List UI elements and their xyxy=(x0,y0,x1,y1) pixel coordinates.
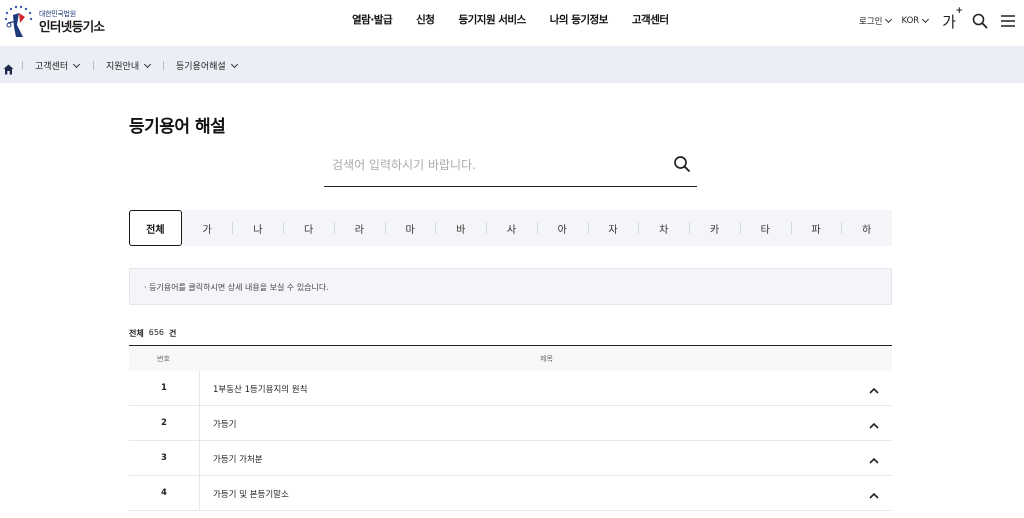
row-divider xyxy=(199,406,200,441)
tab-ta[interactable]: 타 xyxy=(739,210,791,246)
count-unit: 건 xyxy=(169,329,177,338)
chevron-down-icon xyxy=(885,15,893,24)
login-dropdown[interactable]: 로그인 xyxy=(859,15,893,27)
notice-box: · 등기용어를 클릭하시면 상세 내용을 보실 수 있습니다. xyxy=(129,268,892,305)
language-dropdown[interactable]: KOR xyxy=(901,15,930,26)
chevron-up-icon[interactable] xyxy=(868,452,880,464)
row-number: 4 xyxy=(161,488,167,498)
chevron-down-icon xyxy=(144,60,152,68)
result-count: 전체 656 건 xyxy=(129,328,176,339)
home-icon[interactable] xyxy=(3,60,14,75)
page-title: 등기용어 해설 xyxy=(129,117,226,137)
table-row[interactable]: 3 가등기 가처분 xyxy=(129,441,892,476)
tab-ja[interactable]: 자 xyxy=(587,210,639,246)
column-header-title: 제목 xyxy=(540,355,553,363)
column-header-number: 번호 xyxy=(157,355,170,363)
row-title: 가등기 xyxy=(213,420,237,430)
search-icon xyxy=(674,156,690,172)
breadcrumb-label: 등기용어해설 xyxy=(176,62,226,72)
table-header: 번호 제목 xyxy=(129,345,892,371)
tab-ka[interactable]: 카 xyxy=(689,210,740,246)
logo-subtitle: 대한민국법원 xyxy=(39,9,76,18)
search-icon[interactable] xyxy=(972,13,988,29)
tab-pa[interactable]: 파 xyxy=(790,210,842,246)
tab-all[interactable]: 전체 xyxy=(129,210,182,246)
language-label: KOR xyxy=(901,16,920,26)
tab-ha[interactable]: 하 xyxy=(841,210,892,246)
row-number: 2 xyxy=(161,418,167,428)
row-number: 3 xyxy=(161,453,167,463)
nav-support-service[interactable]: 등기지원 서비스 xyxy=(458,12,526,27)
search-button[interactable] xyxy=(673,155,691,173)
consonant-tabs: 전체 가 나 다 라 마 바 사 아 자 차 카 타 파 하 xyxy=(129,210,892,246)
count-label: 전체 xyxy=(129,329,144,338)
notice-text: · 등기용어를 클릭하시면 상세 내용을 보실 수 있습니다. xyxy=(144,283,329,292)
breadcrumb-divider xyxy=(22,61,23,70)
chevron-up-icon[interactable] xyxy=(868,417,880,429)
logo-title: 인터넷등기소 xyxy=(39,18,105,34)
breadcrumb: 고객센터 지원안내 등기용어해설 xyxy=(0,46,1024,83)
tab-ba[interactable]: 바 xyxy=(435,210,486,246)
main-nav: 열람·발급 신청 등기지원 서비스 나의 등기정보 고객센터 xyxy=(342,0,669,38)
chevron-down-icon xyxy=(230,60,238,68)
row-divider xyxy=(199,371,200,406)
nav-view-issue[interactable]: 열람·발급 xyxy=(352,12,393,27)
breadcrumb-divider xyxy=(93,61,94,70)
logo-text: 대한민국법원 인터넷등기소 xyxy=(39,9,105,34)
tab-cha[interactable]: 차 xyxy=(638,210,689,246)
glossary-table: 번호 제목 1 1부동산 1등기용지의 원칙 2 가등기 3 가등기 가처분 4… xyxy=(129,345,892,511)
tab-ma[interactable]: 마 xyxy=(384,210,436,246)
row-number: 1 xyxy=(161,383,167,393)
row-divider xyxy=(199,441,200,476)
table-row[interactable]: 1 1부동산 1등기용지의 원칙 xyxy=(129,371,892,406)
row-title: 가등기 가처분 xyxy=(213,455,263,465)
tab-a[interactable]: 아 xyxy=(536,210,588,246)
breadcrumb-label: 고객센터 xyxy=(35,62,69,72)
breadcrumb-label: 지원안내 xyxy=(106,62,140,72)
login-label: 로그인 xyxy=(859,17,883,27)
count-value: 656 xyxy=(148,328,165,337)
breadcrumb-support-guide[interactable]: 지원안내 xyxy=(106,59,152,72)
chevron-up-icon[interactable] xyxy=(868,487,880,499)
row-title: 가등기 및 본등기말소 xyxy=(213,490,289,500)
tab-da[interactable]: 다 xyxy=(283,210,334,246)
font-size-button[interactable]: 가 + xyxy=(942,6,963,32)
table-row[interactable]: 4 가등기 및 본등기말소 xyxy=(129,476,892,511)
chevron-down-icon xyxy=(73,60,81,68)
tab-ga[interactable]: 가 xyxy=(182,210,233,246)
font-size-plus: + xyxy=(955,5,963,16)
table-row[interactable]: 2 가등기 xyxy=(129,406,892,441)
court-emblem-icon xyxy=(3,5,35,39)
tab-sa[interactable]: 사 xyxy=(486,210,537,246)
nav-my-registry[interactable]: 나의 등기정보 xyxy=(550,12,609,27)
search-input[interactable] xyxy=(332,153,652,177)
font-size-label: 가 xyxy=(942,12,956,31)
nav-apply[interactable]: 신청 xyxy=(416,12,435,27)
row-title: 1부동산 1등기용지의 원칙 xyxy=(213,385,308,395)
header: 대한민국법원 인터넷등기소 열람·발급 신청 등기지원 서비스 나의 등기정보 … xyxy=(0,0,1024,46)
breadcrumb-divider xyxy=(163,61,164,70)
search-box xyxy=(324,145,697,187)
breadcrumb-glossary[interactable]: 등기용어해설 xyxy=(176,59,238,72)
row-divider xyxy=(199,476,200,511)
nav-customer-center[interactable]: 고객센터 xyxy=(632,12,669,27)
breadcrumb-customer-center[interactable]: 고객센터 xyxy=(35,59,81,72)
tab-ra[interactable]: 라 xyxy=(333,210,385,246)
chevron-down-icon xyxy=(922,15,930,24)
hamburger-menu-icon[interactable] xyxy=(1000,13,1016,29)
logo[interactable]: 대한민국법원 인터넷등기소 xyxy=(3,4,113,40)
chevron-up-icon[interactable] xyxy=(868,382,880,394)
utility-menu: 로그인 KOR 가 + xyxy=(859,6,1016,34)
tab-na[interactable]: 나 xyxy=(232,210,283,246)
